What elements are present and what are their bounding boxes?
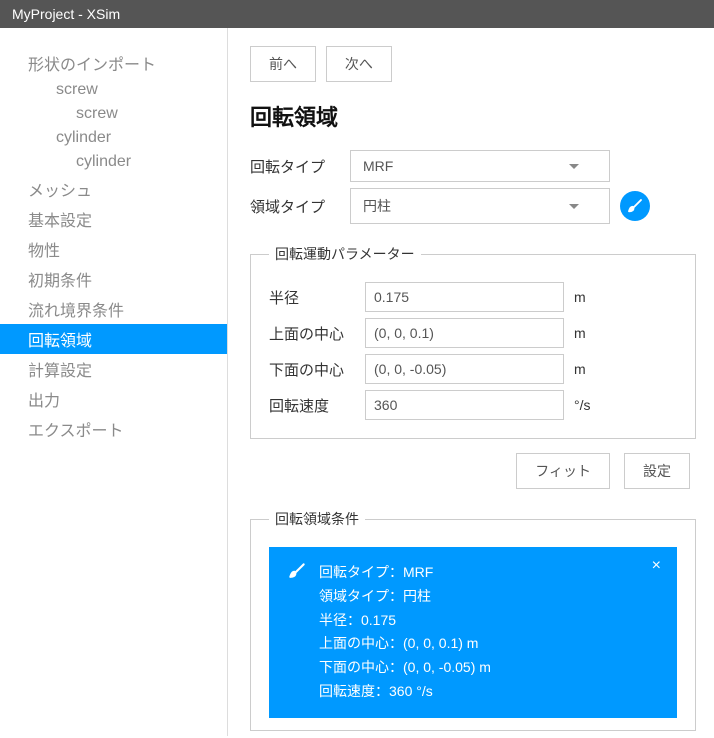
sidebar-item[interactable]: 計算設定	[0, 354, 227, 384]
condition-card[interactable]: 回転タイプ：MRF領域タイプ：円柱半径：0.175上面の中心：(0, 0, 0.…	[269, 547, 677, 718]
condition-line: 回転速度：360 °/s	[319, 680, 491, 704]
param-row: 半径 m	[269, 282, 677, 312]
actions: フィット 設定	[250, 453, 696, 489]
sidebar-item[interactable]: 流れ境界条件	[0, 294, 227, 324]
prev-button[interactable]: 前へ	[250, 46, 316, 82]
rotation-type-label: 回転タイプ	[250, 156, 350, 177]
sidebar-item[interactable]: メッシュ	[0, 174, 227, 204]
param-fieldset: 回転運動パラメーター 半径 m 上面の中心 m 下面の中心 m 回転速度 °/s	[250, 244, 696, 439]
condition-line: 下面の中心：(0, 0, -0.05) m	[319, 656, 491, 680]
condition-lines: 回転タイプ：MRF領域タイプ：円柱半径：0.175上面の中心：(0, 0, 0.…	[319, 561, 491, 704]
param-unit: m	[574, 361, 604, 377]
area-type-row: 領域タイプ 円柱	[250, 188, 696, 224]
param-input[interactable]	[365, 318, 564, 348]
close-icon[interactable]: ×	[652, 557, 661, 575]
area-type-label: 領域タイプ	[250, 196, 350, 217]
param-legend: 回転運動パラメーター	[269, 244, 421, 264]
param-label: 上面の中心	[269, 323, 365, 344]
sidebar-item[interactable]: 出力	[0, 384, 227, 414]
param-input[interactable]	[365, 354, 564, 384]
rotation-type-value: MRF	[363, 158, 393, 174]
condition-line: 領域タイプ：円柱	[319, 585, 491, 609]
param-row: 上面の中心 m	[269, 318, 677, 348]
brush-icon	[287, 561, 307, 704]
area-type-select[interactable]: 円柱	[350, 188, 610, 224]
nav-buttons: 前へ 次へ	[250, 46, 696, 82]
paint-button[interactable]	[620, 191, 650, 221]
sidebar-item[interactable]: 初期条件	[0, 264, 227, 294]
condition-fieldset: 回転領域条件 回転タイプ：MRF領域タイプ：円柱半径：0.175上面の中心：(0…	[250, 509, 696, 731]
fit-button[interactable]: フィット	[516, 453, 610, 489]
sidebar-item[interactable]: エクスポート	[0, 414, 227, 444]
param-label: 回転速度	[269, 395, 365, 416]
rotation-type-select[interactable]: MRF	[350, 150, 610, 182]
param-input[interactable]	[365, 390, 564, 420]
sidebar-item[interactable]: 物性	[0, 234, 227, 264]
param-row: 回転速度 °/s	[269, 390, 677, 420]
param-label: 半径	[269, 287, 365, 308]
sidebar-item[interactable]: screw	[0, 78, 227, 102]
param-unit: m	[574, 289, 604, 305]
content: 前へ 次へ 回転領域 回転タイプ MRF 領域タイプ 円柱	[228, 28, 714, 736]
titlebar: MyProject - XSim	[0, 0, 714, 28]
area-type-value: 円柱	[363, 196, 391, 216]
sidebar-item[interactable]: cylinder	[0, 150, 227, 174]
param-label: 下面の中心	[269, 359, 365, 380]
set-button[interactable]: 設定	[624, 453, 690, 489]
sidebar-item[interactable]: 形状のインポート	[0, 48, 227, 78]
sidebar-item[interactable]: cylinder	[0, 126, 227, 150]
condition-line: 上面の中心：(0, 0, 0.1) m	[319, 632, 491, 656]
sidebar-item[interactable]: 基本設定	[0, 204, 227, 234]
param-unit: °/s	[574, 397, 604, 413]
condition-legend: 回転領域条件	[269, 509, 365, 529]
sidebar: 形状のインポートscrewscrewcylindercylinderメッシュ基本…	[0, 28, 228, 736]
brush-icon	[626, 197, 644, 215]
sidebar-item[interactable]: screw	[0, 102, 227, 126]
sidebar-item[interactable]: 回転領域	[0, 324, 227, 354]
main: 形状のインポートscrewscrewcylindercylinderメッシュ基本…	[0, 28, 714, 736]
condition-line: 回転タイプ：MRF	[319, 561, 491, 585]
chevron-down-icon	[569, 164, 579, 169]
param-input[interactable]	[365, 282, 564, 312]
tree: 形状のインポートscrewscrewcylindercylinderメッシュ基本…	[0, 48, 227, 444]
param-row: 下面の中心 m	[269, 354, 677, 384]
param-unit: m	[574, 325, 604, 341]
next-button[interactable]: 次へ	[326, 46, 392, 82]
rotation-type-row: 回転タイプ MRF	[250, 150, 696, 182]
chevron-down-icon	[569, 204, 579, 209]
condition-line: 半径：0.175	[319, 609, 491, 633]
page-title: 回転領域	[250, 100, 696, 132]
